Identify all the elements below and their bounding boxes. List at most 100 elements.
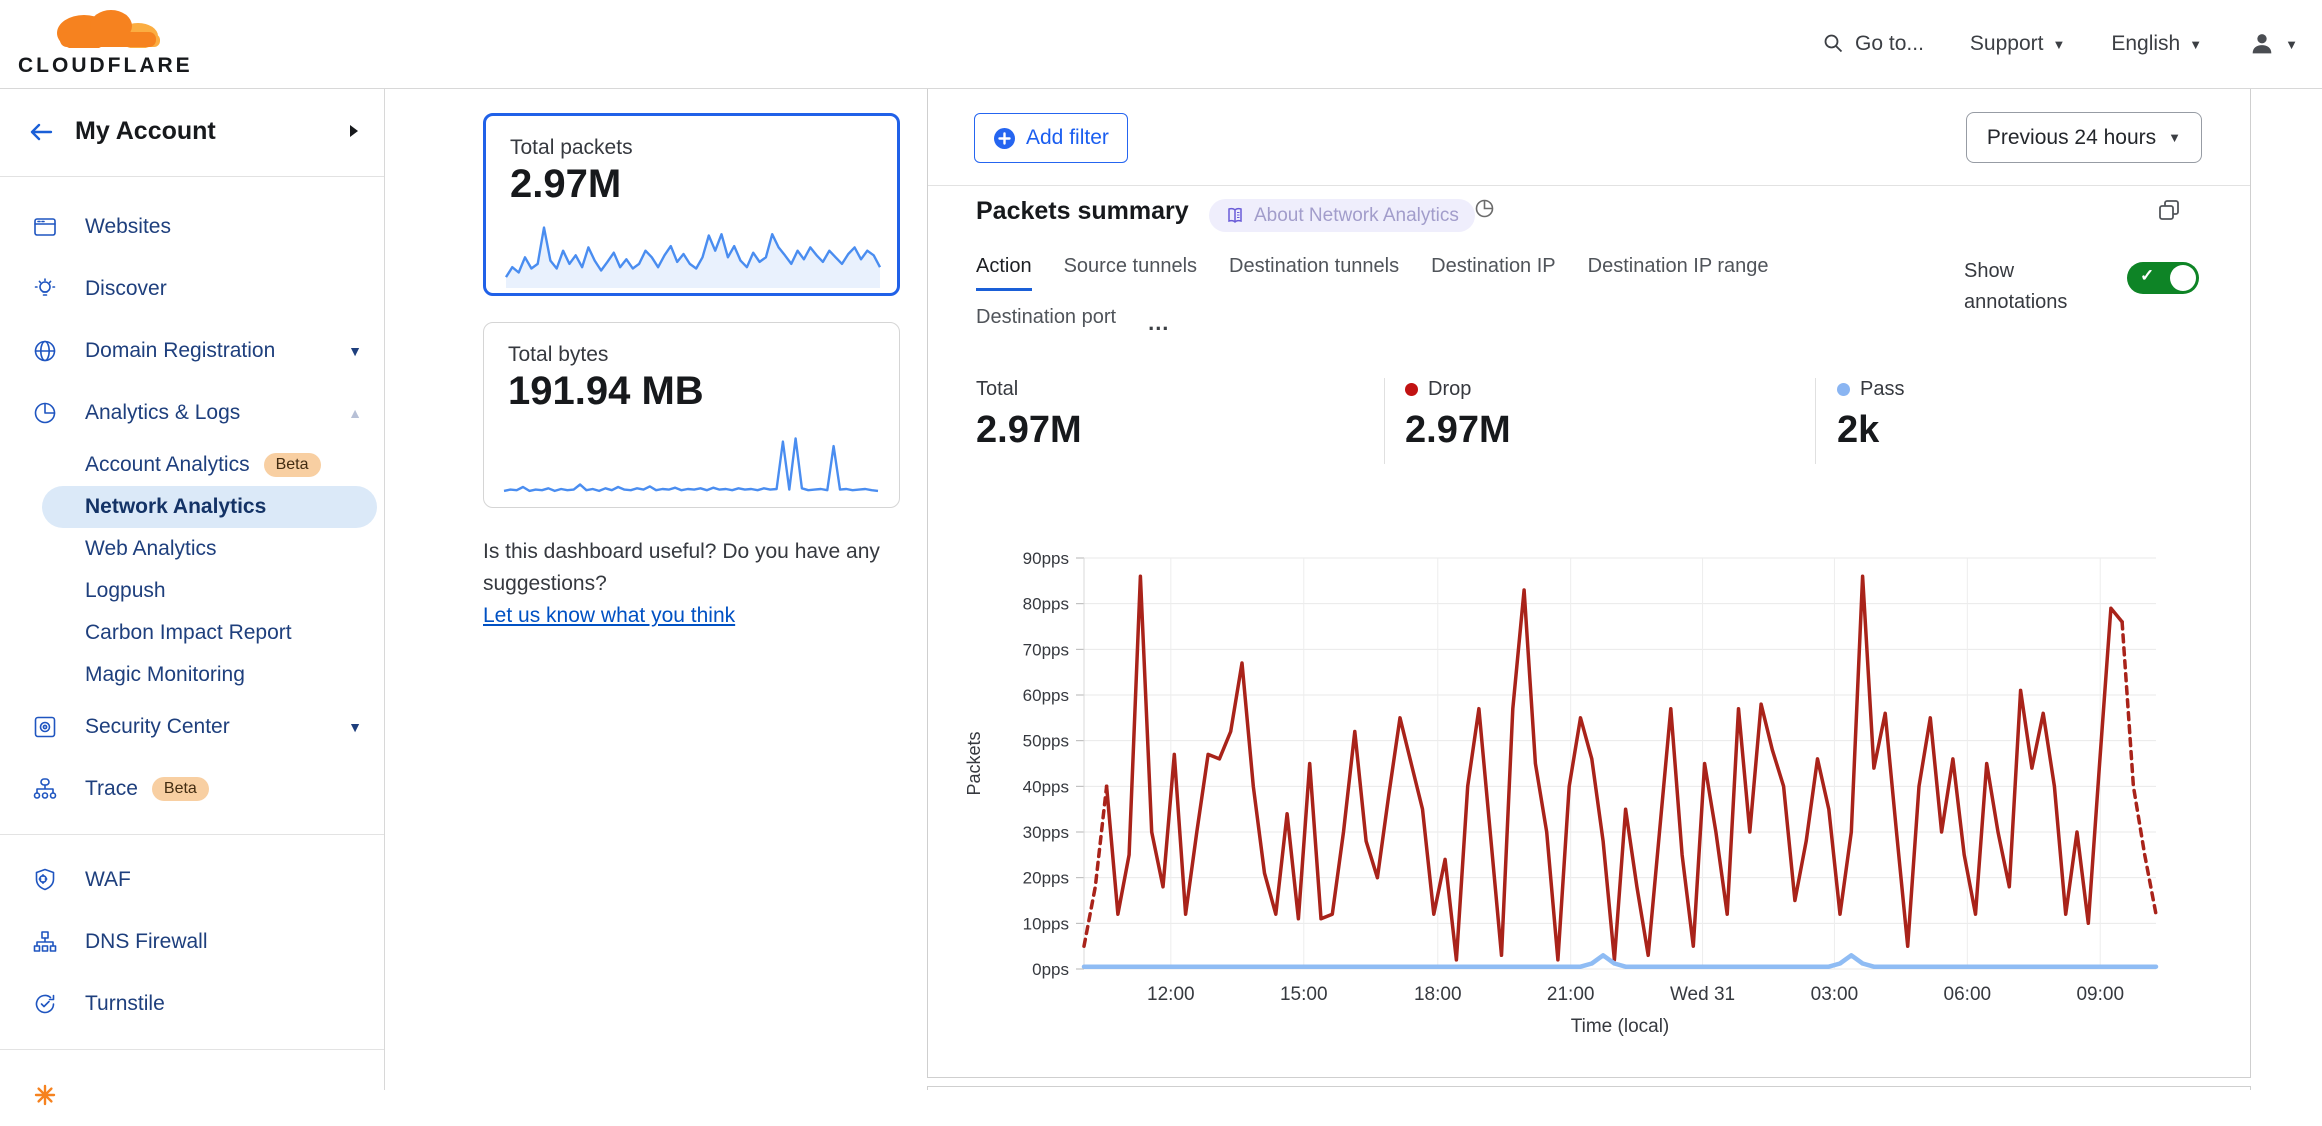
sidebar-item-magic-monitoring[interactable]: Magic Monitoring [0,654,384,696]
svg-text:30pps: 30pps [1023,823,1069,842]
support-menu[interactable]: Support ▼ [1970,32,2065,56]
expand-panel-icon[interactable] [2156,197,2182,228]
about-network-analytics-badge[interactable]: About Network Analytics [1209,199,1475,232]
time-range-dropdown[interactable]: Previous 24 hours ▼ [1966,112,2202,163]
book-icon [1225,206,1245,226]
svg-text:21:00: 21:00 [1547,984,1595,1005]
packets-time-series-chart[interactable]: 0pps10pps20pps30pps40pps50pps60pps70pps8… [928,540,2252,1060]
sidebar-item-label: Domain Registration [85,339,275,363]
total-packets-card[interactable]: Total packets 2.97M [483,113,900,296]
goto-search[interactable]: Go to... [1822,32,1924,56]
sidebar-item-carbon-impact-report[interactable]: Carbon Impact Report [0,612,384,654]
drop-legend-dot [1405,383,1418,396]
sidebar-item-waf[interactable]: WAF [0,849,384,911]
sidebar-item-label: Network Analytics [85,495,266,519]
dns-firewall-icon [32,929,58,955]
sidebar-item-label: Account Analytics [85,453,250,477]
language-menu[interactable]: English ▼ [2111,32,2202,56]
filter-toolbar: Add filter Previous 24 hours ▼ [928,89,2250,186]
sidebar-item-security-center[interactable]: Security Center▼ [0,696,384,758]
sidebar-item-trace[interactable]: Trace Beta [0,758,384,820]
stat-divider [1815,378,1816,464]
svg-text:20pps: 20pps [1023,869,1069,888]
dimension-tabs-row2: Destination port... [976,306,1169,339]
chevron-down-icon: ▼ [348,719,362,735]
packets-summary-panel: Add filter Previous 24 hours ▼ Packets s… [927,89,2251,1078]
feedback-text-line1: Is this dashboard useful? Do you have an… [483,536,913,568]
chevron-down-icon: ▼ [2052,37,2065,52]
show-annotations-toggle[interactable]: ✓ [2127,262,2199,294]
stat-drop: Drop 2.97M [1405,378,1511,452]
zero-trust-icon [32,1082,58,1108]
sidebar-item-logpush[interactable]: Logpush [0,570,384,612]
user-icon [2248,30,2276,58]
svg-text:03:00: 03:00 [1811,984,1859,1005]
feedback-text-line2: suggestions? [483,568,913,600]
svg-text:12:00: 12:00 [1147,984,1195,1005]
svg-text:70pps: 70pps [1023,640,1069,659]
domain-registration-icon [32,338,58,364]
discover-icon [32,276,58,302]
sidebar-item-discover[interactable]: Discover [0,258,384,320]
sidebar-item-partial[interactable] [0,1064,384,1126]
sidebar-item-network-analytics[interactable]: Network Analytics [42,486,377,528]
stat-total-value: 2.97M [976,409,1082,452]
svg-text:0pps: 0pps [1032,960,1069,979]
add-filter-button[interactable]: Add filter [974,113,1128,163]
waf-icon [32,867,58,893]
back-arrow-icon[interactable] [26,117,56,152]
sidebar-divider [0,834,384,835]
panel-title: Packets summary [976,197,1189,226]
stat-drop-label: Drop [1428,378,1471,401]
stat-pass-value: 2k [1837,409,1904,452]
sidebar-item-label: DNS Firewall [85,930,208,954]
tab-destination-ip[interactable]: Destination IP [1431,255,1556,291]
sidebar-item-label: Analytics & Logs [85,401,240,425]
svg-text:15:00: 15:00 [1280,984,1328,1005]
sidebar-item-domain-registration[interactable]: Domain Registration▼ [0,320,384,382]
account-header: My Account [0,89,384,177]
sidebar-item-label: Trace [85,777,138,801]
goto-label: Go to... [1855,32,1924,56]
sidebar-item-turnstile[interactable]: Turnstile [0,973,384,1035]
svg-text:Wed 31: Wed 31 [1670,984,1735,1005]
svg-text:Packets: Packets [964,731,984,795]
sidebar-item-web-analytics[interactable]: Web Analytics [0,528,384,570]
svg-text:90pps: 90pps [1023,549,1069,568]
svg-text:18:00: 18:00 [1414,984,1462,1005]
feedback-prompt: Is this dashboard useful? Do you have an… [483,536,913,632]
account-title: My Account [75,117,216,146]
feedback-link[interactable]: Let us know what you think [483,604,735,627]
dimension-tabs-row1: Action Source tunnels Destination tunnels D… [976,255,1769,291]
pie-chart-icon[interactable] [1473,197,1496,225]
beta-badge: Beta [264,453,321,477]
check-icon: ✓ [2140,266,2154,286]
tab-destination-port[interactable]: Destination port [976,306,1116,339]
svg-text:Time (local): Time (local) [1571,1016,1670,1037]
beta-badge: Beta [152,777,209,801]
pass-legend-dot [1837,383,1850,396]
sidebar-item-dns-firewall[interactable]: DNS Firewall [0,911,384,973]
total-bytes-label: Total bytes [508,343,608,367]
svg-text:80pps: 80pps [1023,595,1069,614]
sidebar-item-websites[interactable]: Websites [0,196,384,258]
svg-text:50pps: 50pps [1023,732,1069,751]
stat-total-label: Total [976,378,1018,401]
chevron-right-icon[interactable] [346,121,362,146]
sidebar-item-analytics-logs[interactable]: Analytics & Logs▲ [0,382,384,444]
sidebar-item-account-analytics[interactable]: Account Analytics Beta [0,444,384,486]
svg-text:60pps: 60pps [1023,686,1069,705]
total-bytes-card[interactable]: Total bytes 191.94 MB [483,322,900,508]
tab-destination-tunnels[interactable]: Destination tunnels [1229,255,1399,291]
total-packets-value: 2.97M [510,162,621,207]
tab-source-tunnels[interactable]: Source tunnels [1064,255,1197,291]
cloudflare-logo[interactable]: CLOUDFLARE [18,6,198,78]
tab-action[interactable]: Action [976,255,1032,291]
tab-destination-ip-range[interactable]: Destination IP range [1588,255,1769,291]
account-menu[interactable]: ▼ [2248,30,2298,58]
more-tabs-button[interactable]: ... [1148,318,1169,328]
sidebar-item-label: Magic Monitoring [85,663,245,687]
cloudflare-cloud-icon [18,6,188,48]
legend-stats-row: Total 2.97M Drop 2.97M Pass 2k [928,378,2250,468]
sidebar-item-label: Carbon Impact Report [85,621,292,645]
